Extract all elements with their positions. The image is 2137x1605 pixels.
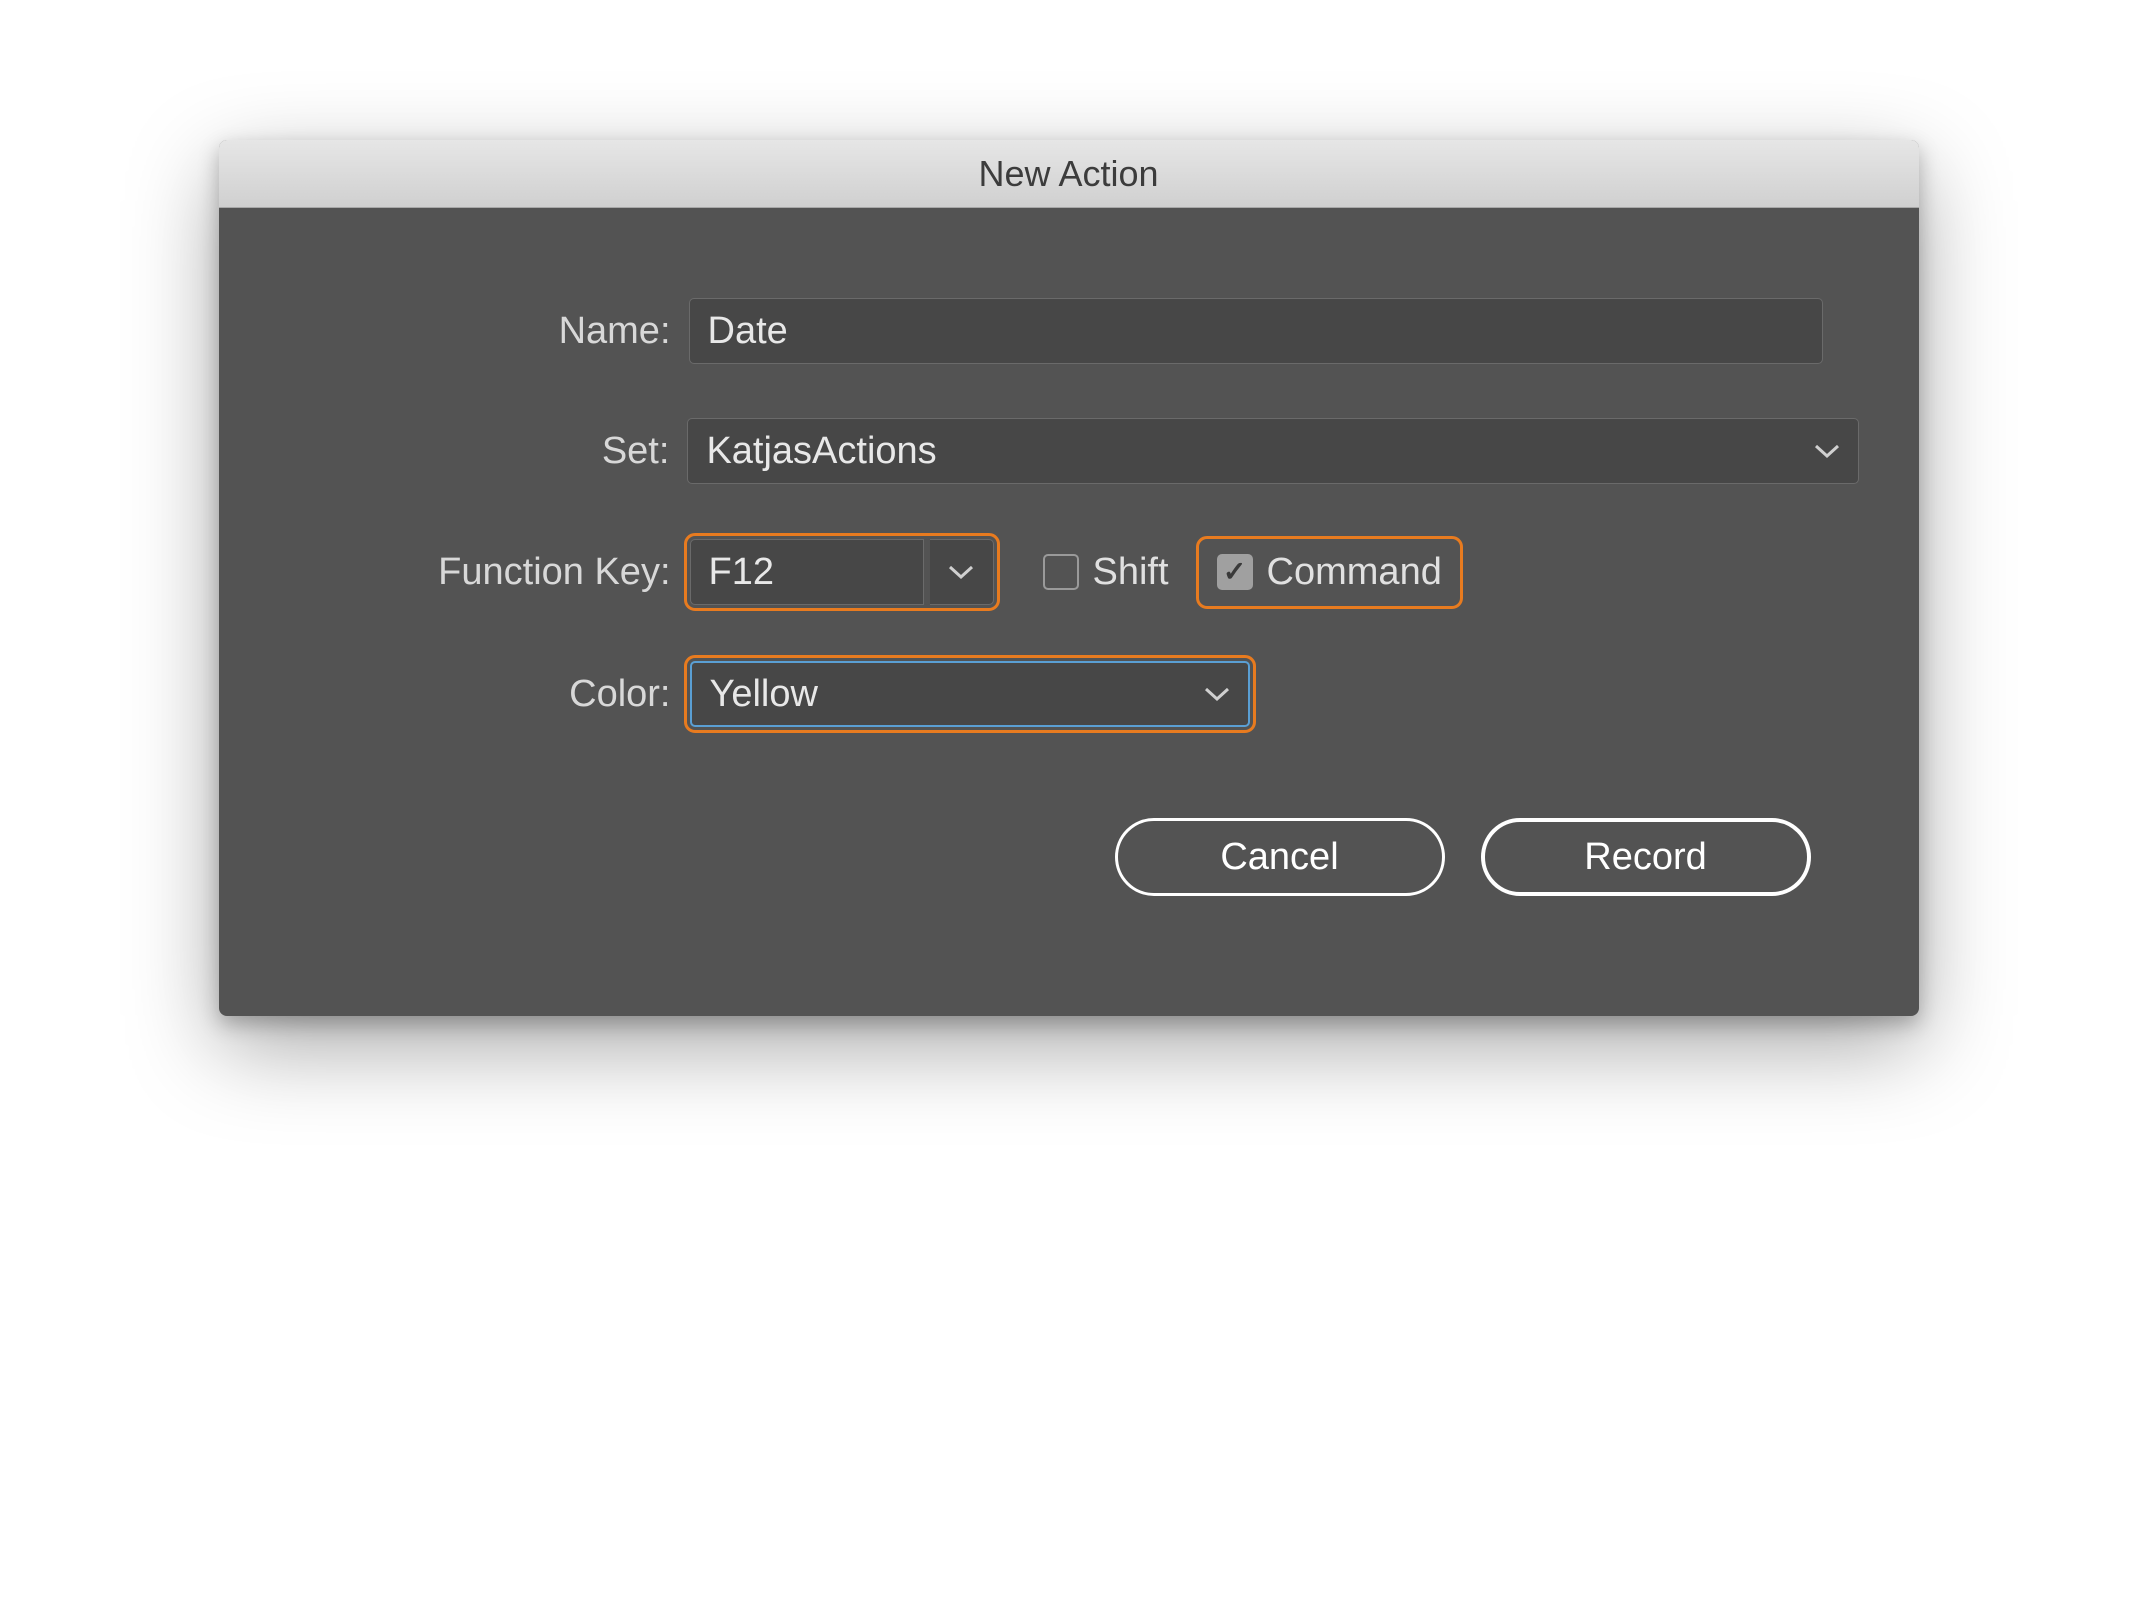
new-action-dialog: New Action Name: Set: KatjasActions Func…: [219, 140, 1919, 1016]
function-key-select[interactable]: F12: [690, 539, 924, 605]
label-name: Name:: [279, 310, 689, 353]
chevron-down-icon: [1204, 686, 1230, 702]
color-select-value: Yellow: [710, 673, 818, 716]
dialog-title: New Action: [978, 153, 1158, 195]
dialog-content: Name: Set: KatjasActions Function Key: F…: [219, 208, 1919, 1016]
record-button[interactable]: Record: [1481, 818, 1811, 896]
color-highlight: Yellow: [689, 660, 1251, 728]
label-color: Color:: [279, 673, 689, 716]
chevron-down-icon: [948, 564, 974, 580]
label-set: Set:: [279, 430, 688, 473]
command-checkbox[interactable]: ✓: [1217, 554, 1253, 590]
color-select[interactable]: Yellow: [690, 661, 1250, 727]
label-function-key: Function Key:: [279, 551, 689, 594]
shift-checkbox[interactable]: [1043, 554, 1079, 590]
function-key-dropdown-button[interactable]: [930, 539, 994, 605]
shift-label: Shift: [1093, 551, 1169, 594]
row-name: Name:: [279, 298, 1859, 364]
set-select-value: KatjasActions: [706, 430, 936, 473]
check-icon: ✓: [1223, 558, 1246, 586]
dialog-titlebar: New Action: [219, 140, 1919, 208]
name-input[interactable]: [689, 298, 1823, 364]
command-highlight: ✓ Command: [1201, 541, 1458, 604]
row-set: Set: KatjasActions: [279, 418, 1859, 484]
row-function-key: Function Key: F12 Shift ✓ Co: [279, 538, 1859, 606]
fkey-highlight: F12: [689, 538, 995, 606]
dialog-button-row: Cancel Record: [279, 818, 1859, 966]
set-select[interactable]: KatjasActions: [687, 418, 1858, 484]
cancel-button[interactable]: Cancel: [1115, 818, 1445, 896]
record-button-label: Record: [1584, 836, 1707, 879]
row-color: Color: Yellow: [279, 660, 1859, 728]
function-key-value: F12: [709, 551, 774, 594]
cancel-button-label: Cancel: [1220, 836, 1338, 879]
command-label: Command: [1267, 551, 1442, 594]
chevron-down-icon: [1814, 443, 1840, 459]
shift-checkbox-group: Shift: [1043, 551, 1169, 594]
